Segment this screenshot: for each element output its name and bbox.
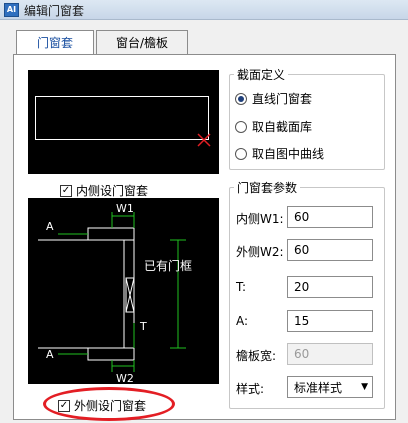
- section-definition-title: 截面定义: [234, 66, 289, 83]
- outer-w2-label: 外侧W2:: [236, 245, 284, 259]
- a-label-bottom: A: [46, 348, 54, 361]
- a-input[interactable]: [287, 310, 373, 332]
- t-input[interactable]: [287, 276, 373, 298]
- cross-marker-icon: [197, 133, 211, 147]
- radio-from-section-library[interactable]: 取自截面库: [235, 118, 312, 135]
- plan-preview: [28, 70, 219, 174]
- radio-from-section-library-dot[interactable]: [235, 120, 247, 133]
- radio-from-drawing-curve-dot[interactable]: [235, 147, 247, 160]
- style-select-value: 标准样式: [294, 380, 343, 395]
- eave-width-label: 檐板宽:: [236, 349, 277, 363]
- outer-cover-checkbox-box[interactable]: ✓: [58, 399, 70, 412]
- style-select[interactable]: 标准样式 ▼: [287, 376, 373, 398]
- a-param-label: A:: [236, 314, 249, 328]
- section-preview: W1 W2 T A A 已有门框: [28, 198, 219, 384]
- style-label: 样式:: [236, 382, 265, 396]
- radio-straight-cover[interactable]: 直线门窗套: [235, 90, 312, 107]
- window-title: 编辑门窗套: [24, 4, 85, 18]
- outer-cover-checkbox-label: 外侧设门窗套: [74, 399, 147, 413]
- app-icon: AI: [4, 3, 19, 17]
- existing-frame-label: 已有门框: [144, 258, 192, 273]
- radio-straight-cover-dot[interactable]: [235, 92, 247, 105]
- inner-w1-label: 内侧W1:: [236, 212, 284, 226]
- eave-width-input: [287, 343, 373, 365]
- section-drawing: W1 W2 T A A 已有门框: [38, 202, 192, 384]
- radio-straight-cover-label: 直线门窗套: [252, 92, 313, 106]
- t-param-label: T:: [236, 280, 247, 294]
- outer-cover-checkbox[interactable]: ✓ 外侧设门窗套: [58, 397, 146, 414]
- w1-label: W1: [116, 202, 134, 215]
- radio-from-section-library-label: 取自截面库: [252, 120, 313, 134]
- chevron-down-icon[interactable]: ▼: [361, 382, 368, 392]
- cover-params-title: 门窗套参数: [234, 179, 301, 196]
- outer-w2-input[interactable]: [287, 239, 373, 261]
- inner-cover-checkbox-box[interactable]: ✓: [60, 184, 72, 197]
- title-bar: AI 编辑门窗套: [0, 0, 408, 20]
- tab-sill-eave[interactable]: 窗台/檐板: [96, 30, 188, 54]
- inner-cover-checkbox[interactable]: ✓ 内侧设门窗套: [60, 182, 148, 199]
- radio-from-drawing-curve-label: 取自图中曲线: [252, 147, 325, 161]
- inner-w1-input[interactable]: [287, 206, 373, 228]
- t-label: T: [139, 320, 147, 333]
- tab-door-window-cover[interactable]: 门窗套: [16, 30, 94, 56]
- radio-from-drawing-curve[interactable]: 取自图中曲线: [235, 145, 324, 162]
- inner-cover-checkbox-label: 内侧设门窗套: [76, 184, 149, 198]
- w2-label: W2: [116, 372, 134, 384]
- a-label-top: A: [46, 220, 54, 233]
